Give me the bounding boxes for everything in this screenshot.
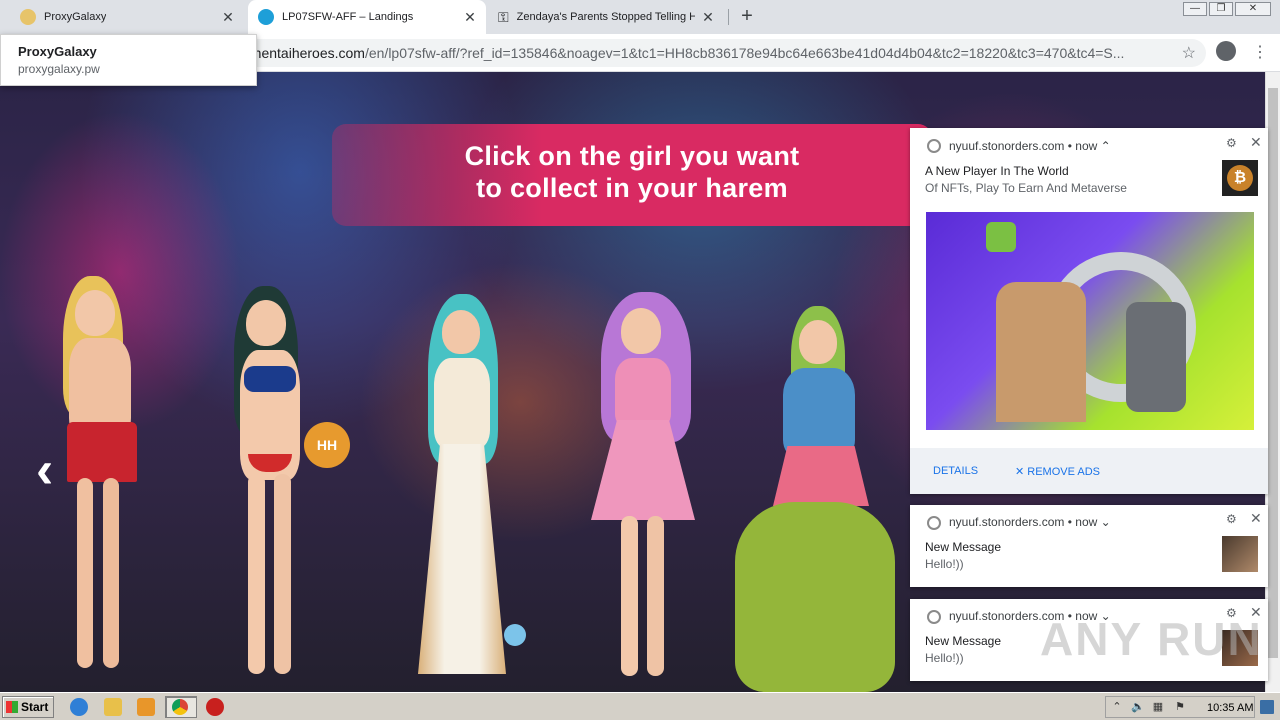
chrome-icon: [172, 699, 188, 715]
close-tab-icon[interactable]: ✕: [462, 9, 478, 25]
character-green-hair-naga[interactable]: [725, 306, 905, 692]
restore-button[interactable]: ❐: [1209, 2, 1233, 16]
remove-ads-button[interactable]: ✕ REMOVE ADS: [1015, 465, 1100, 478]
banner-line-2: to collect in your harem: [476, 173, 788, 203]
tab-landings[interactable]: LP07SFW-AFF – Landings ✕: [248, 0, 486, 34]
gear-icon[interactable]: ⚙: [1226, 512, 1237, 526]
chrome-taskbar-button[interactable]: [165, 696, 197, 718]
tray-expand-icon[interactable]: ⌃: [1111, 701, 1123, 713]
chrome-icon: [927, 516, 941, 530]
watermark-text: ANY RUN: [1040, 613, 1263, 665]
bookmark-star-icon[interactable]: ☆: [1182, 43, 1196, 63]
tab-strip: ProxyGalaxy ✕ LP07SFW-AFF – Landings ✕ ⚿…: [0, 0, 1280, 34]
notification-message-1[interactable]: nyuuf.stonorders.com • now ⌄ ⚙ ✕ New Mes…: [910, 505, 1268, 587]
hentaiheroes-favicon-icon: [258, 9, 274, 25]
tab-title: LP07SFW-AFF – Landings: [282, 11, 414, 23]
notification-image: [926, 212, 1254, 430]
bitcoin-icon: ₿: [1222, 160, 1258, 196]
clock[interactable]: 10:35 AM: [1207, 702, 1253, 714]
close-tab-icon[interactable]: ✕: [700, 9, 716, 25]
menu-kebab-icon[interactable]: ⋮: [1252, 42, 1268, 62]
notification-body: Hello!)): [925, 651, 964, 665]
notification-site: nyuuf.stonorders.com • now ⌄: [949, 515, 1111, 529]
tab-zendaya[interactable]: ⚿ Zendaya's Parents Stopped Telling H ✕: [490, 0, 724, 34]
notification-nft[interactable]: nyuuf.stonorders.com • now ⌃ ⚙ ✕ A New P…: [910, 128, 1268, 494]
folder-icon[interactable]: [104, 698, 122, 716]
chrome-icon: [927, 610, 941, 624]
stop-icon[interactable]: [206, 698, 224, 716]
url-host: g.hentaiheroes.com: [242, 45, 365, 61]
tab-title: Zendaya's Parents Stopped Telling H: [516, 11, 695, 23]
profile-avatar-icon[interactable]: [1216, 41, 1236, 61]
new-tab-button[interactable]: +: [737, 6, 757, 27]
notification-site: nyuuf.stonorders.com • now ⌃: [949, 139, 1111, 153]
address-bar[interactable]: g.hentaiheroes.com/en/lp07sfw-aff/?ref_i…: [230, 39, 1206, 67]
character-pink-hair[interactable]: [585, 290, 705, 686]
character-teal-hair[interactable]: [400, 294, 526, 690]
show-desktop-icon[interactable]: [1260, 700, 1274, 714]
volume-icon[interactable]: 🔈: [1131, 701, 1145, 713]
url-path: /en/lp07sfw-aff/?ref_id=135846&noagev=1&…: [364, 45, 1125, 61]
network-icon[interactable]: ▦: [1152, 701, 1164, 713]
windows-taskbar: Start ⌃ 🔈 ▦ ⚑ 10:35 AM: [0, 692, 1280, 720]
chrome-icon: [927, 139, 941, 153]
avatar-thumbnail: [1222, 536, 1258, 572]
notification-body: Hello!)): [925, 557, 964, 571]
tab-title: ProxyGalaxy: [44, 11, 107, 23]
chevron-up-icon[interactable]: ⌃: [1101, 139, 1111, 153]
banner-line-1: Click on the girl you want: [464, 141, 800, 171]
banner-text: Click on the girl you want to collect in…: [332, 140, 932, 204]
ie-icon[interactable]: [70, 698, 88, 716]
notification-title: New Message: [925, 634, 1002, 648]
tab-separator: [728, 9, 729, 25]
notification-body: Of NFTs, Play To Earn And Metaverse: [925, 181, 1127, 195]
minimize-button[interactable]: —: [1183, 2, 1207, 16]
chevron-down-icon[interactable]: ⌄: [1101, 515, 1111, 529]
suggestion-url: proxygalaxy.pw: [18, 62, 100, 76]
details-button[interactable]: DETAILS: [933, 465, 978, 477]
close-tab-icon[interactable]: ✕: [220, 9, 236, 25]
proxygalaxy-favicon-icon: [20, 9, 36, 25]
notification-actions: DETAILS ✕ REMOVE ADS: [910, 448, 1268, 494]
windows-flag-icon: [6, 701, 18, 713]
staff-orb-icon: [504, 624, 526, 646]
close-icon[interactable]: ✕: [1250, 510, 1262, 527]
url-text: g.hentaiheroes.com/en/lp07sfw-aff/?ref_i…: [242, 45, 1162, 61]
media-player-icon[interactable]: [137, 698, 155, 716]
scroll-thumb[interactable]: [1268, 88, 1278, 658]
promo-banner: Click on the girl you want to collect in…: [332, 124, 932, 226]
basketball-icon: HH: [304, 422, 350, 468]
start-button[interactable]: Start: [2, 696, 54, 718]
close-window-button[interactable]: ✕: [1235, 2, 1271, 16]
close-icon[interactable]: ✕: [1250, 134, 1262, 151]
key-favicon-icon: ⚿: [498, 8, 509, 25]
notification-title: A New Player In The World: [925, 164, 1069, 178]
flag-icon[interactable]: ⚑: [1174, 701, 1186, 713]
suggestion-title: ProxyGalaxy: [18, 44, 97, 59]
gear-icon[interactable]: ⚙: [1226, 136, 1237, 150]
tab-proxygalaxy[interactable]: ProxyGalaxy ✕: [10, 0, 244, 34]
notification-title: New Message: [925, 540, 1002, 554]
carousel-prev-arrow-icon[interactable]: ‹: [36, 440, 53, 500]
omnibox-suggestion[interactable]: ProxyGalaxy proxygalaxy.pw: [0, 34, 257, 86]
character-blonde[interactable]: [55, 272, 155, 682]
character-bikini[interactable]: HH: [212, 284, 350, 684]
